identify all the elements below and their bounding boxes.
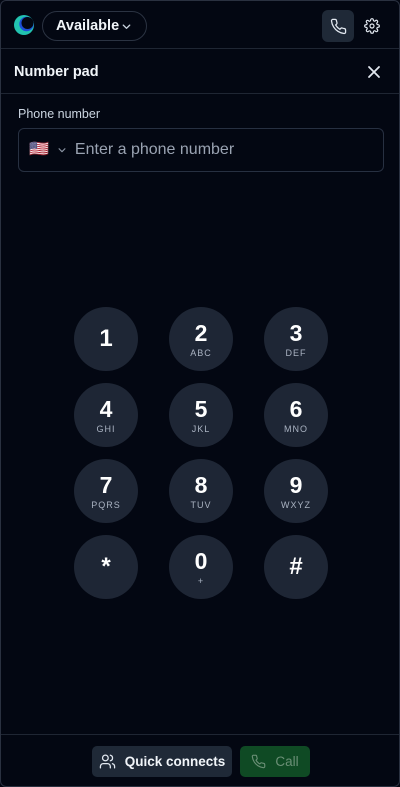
- number-pad-header: Number pad: [1, 50, 399, 94]
- key-letters: GHI: [96, 423, 116, 434]
- key-letters: TUV: [190, 499, 212, 510]
- close-button[interactable]: [365, 63, 383, 81]
- key-letters: JKL: [191, 423, 211, 434]
- top-bar: Available: [1, 1, 399, 49]
- quick-connects-button[interactable]: Quick connects: [92, 746, 232, 777]
- keypad-key[interactable]: 3 DEF: [264, 307, 328, 371]
- chevron-down-icon: [122, 24, 131, 29]
- key-letters: WXYZ: [281, 499, 311, 510]
- keypad-key[interactable]: 0 +: [169, 535, 233, 599]
- key-digit: 3: [289, 319, 303, 346]
- key-letters: PQRS: [91, 499, 121, 510]
- keypad-key[interactable]: 1: [74, 307, 138, 371]
- keypad-key[interactable]: 4 GHI: [74, 383, 138, 447]
- keypad-key[interactable]: 8 TUV: [169, 459, 233, 523]
- softphone-window: Available Number pad Phone number 🇺🇸 Ent…: [0, 0, 400, 787]
- key-digit: 6: [289, 395, 303, 422]
- phone-number-label: Phone number: [18, 107, 101, 121]
- key-letters: MNO: [284, 423, 308, 434]
- users-icon: [99, 754, 115, 769]
- key-digit: 0: [194, 547, 208, 574]
- settings-button[interactable]: [360, 10, 384, 42]
- phone-button[interactable]: [322, 10, 354, 42]
- key-digit: 4: [99, 395, 113, 422]
- app-logo: [14, 15, 34, 35]
- chevron-down-icon: [58, 148, 66, 153]
- key-letters: +: [197, 575, 205, 586]
- keypad-key[interactable]: 7 PQRS: [74, 459, 138, 523]
- key-digit: 7: [99, 471, 113, 498]
- gear-icon: [364, 18, 380, 34]
- phone-number-input[interactable]: [74, 129, 383, 171]
- call-label: Call: [275, 754, 299, 769]
- keypad-key[interactable]: 9 WXYZ: [264, 459, 328, 523]
- country-code-select[interactable]: 🇺🇸: [19, 129, 67, 171]
- keypad-key[interactable]: 6 MNO: [264, 383, 328, 447]
- phone-icon: [252, 754, 266, 769]
- keypad-key[interactable]: #: [264, 535, 328, 599]
- key-letters: ABC: [190, 347, 212, 358]
- dial-keypad: 1 2 ABC 3 DEF 4 GHI 5 JKL 6 MNO 7 PQRS 8 TUV 9 WXYZ * 0 + #: [74, 307, 328, 599]
- close-icon: [368, 66, 380, 78]
- phone-number-field: 🇺🇸: [18, 128, 384, 172]
- call-button[interactable]: Call: [240, 746, 310, 777]
- key-digit: *: [101, 553, 111, 580]
- key-digit: 2: [194, 319, 208, 346]
- status-dropdown[interactable]: Available: [42, 11, 147, 41]
- key-digit: 8: [194, 471, 208, 498]
- phone-icon: [330, 18, 346, 34]
- key-letters: DEF: [285, 347, 307, 358]
- keypad-key[interactable]: 2 ABC: [169, 307, 233, 371]
- panel-title: Number pad: [14, 64, 99, 80]
- status-label: Available: [56, 18, 120, 34]
- key-digit: #: [289, 553, 303, 580]
- keypad-key[interactable]: *: [74, 535, 138, 599]
- key-digit: 9: [289, 471, 303, 498]
- quick-connects-label: Quick connects: [124, 754, 226, 769]
- footer-bar: Quick connects Call: [1, 734, 399, 786]
- us-flag-icon: 🇺🇸: [29, 141, 49, 158]
- key-digit: 5: [194, 395, 208, 422]
- keypad-key[interactable]: 5 JKL: [169, 383, 233, 447]
- key-digit: 1: [99, 325, 113, 352]
